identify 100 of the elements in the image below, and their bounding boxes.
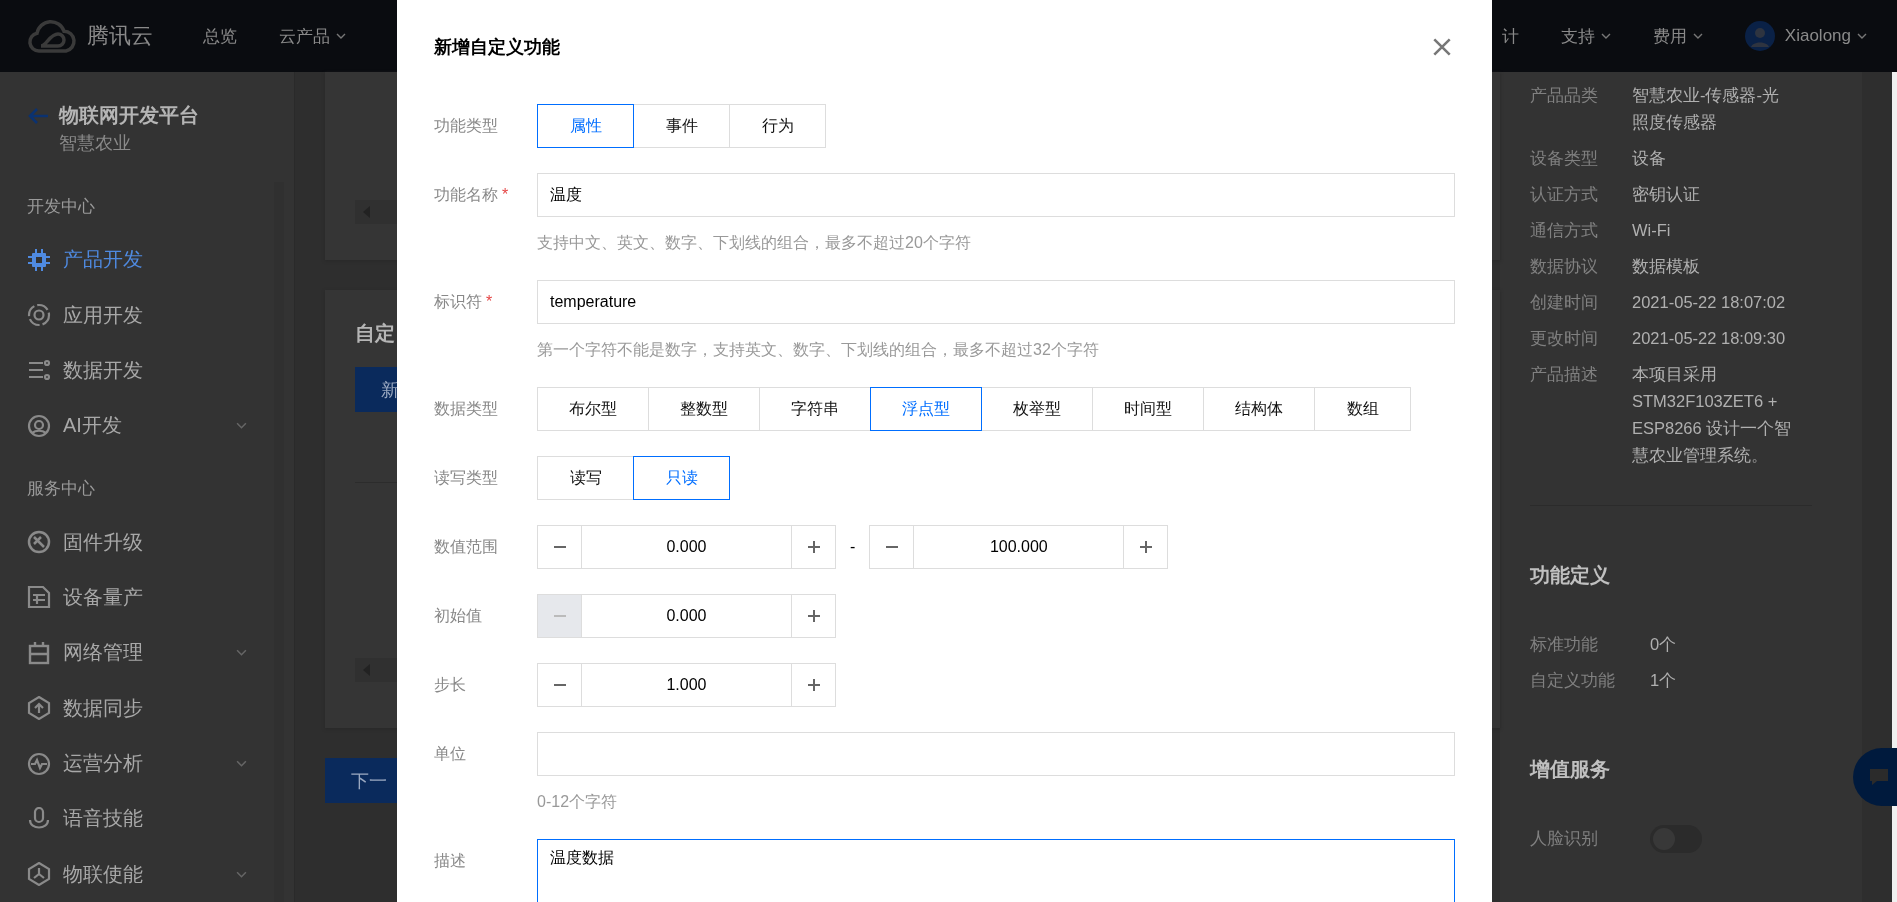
- sidebar-item[interactable]: 应用开发: [27, 287, 247, 343]
- increment-button[interactable]: [791, 525, 836, 569]
- document-icon: [27, 585, 51, 610]
- range-separator: -: [850, 538, 856, 556]
- dialog-title: 新增自定义功能: [434, 36, 560, 59]
- chat-bubble-icon: [1869, 768, 1889, 786]
- section-title: 自定: [355, 321, 395, 346]
- info-label: 自定义功能: [1530, 670, 1616, 691]
- plus-icon: [806, 609, 821, 623]
- field-label: 功能名称 *: [434, 185, 510, 205]
- option-tab[interactable]: 读写: [537, 456, 634, 500]
- option-tab[interactable]: 只读: [633, 456, 730, 500]
- field-label: 标识符 *: [434, 292, 494, 312]
- number-input-field[interactable]: 0.000: [582, 594, 791, 638]
- network-icon: [27, 862, 51, 887]
- decrement-button[interactable]: [869, 525, 915, 569]
- back-arrow-icon[interactable]: [27, 107, 49, 125]
- section-heading: 增值服务: [1530, 757, 1611, 782]
- info-label: 设备类型: [1530, 148, 1599, 169]
- info-label: 创建时间: [1530, 292, 1599, 313]
- sidebar-item[interactable]: 固件升级: [27, 514, 247, 570]
- sidebar-item[interactable]: 网络管理: [27, 625, 247, 681]
- increment-button[interactable]: [791, 663, 836, 707]
- option-tab[interactable]: 整数型: [648, 387, 760, 431]
- nav-link[interactable]: 云产品: [279, 24, 346, 48]
- sidebar-item[interactable]: 语音技能: [27, 791, 247, 847]
- field-hint: 第一个字符不能是数字，支持英文、数字、下划线的组合，最多不超过32个字符: [537, 340, 1100, 360]
- number-input-field[interactable]: 100.000: [914, 525, 1124, 569]
- plus-icon: [806, 678, 821, 692]
- platform-title: 物联网开发平台: [59, 103, 199, 128]
- brand-name: 腾讯云: [87, 22, 153, 50]
- sidebar-item[interactable]: 物联使能: [27, 846, 247, 902]
- info-label: 认证方式: [1530, 184, 1599, 205]
- option-tab[interactable]: 结构体: [1203, 387, 1315, 431]
- info-value: 0个: [1650, 634, 1678, 655]
- option-tab[interactable]: 数组: [1314, 387, 1411, 431]
- section-heading: 服务中心: [27, 478, 96, 501]
- text-input-field[interactable]: [537, 732, 1455, 776]
- option-tab[interactable]: 属性: [537, 104, 634, 148]
- option-tab[interactable]: 时间型: [1092, 387, 1204, 431]
- sidebar-item[interactable]: 数据同步: [27, 680, 247, 736]
- text-input-field[interactable]: temperature: [537, 280, 1455, 324]
- info-label: 产品描述: [1530, 364, 1599, 385]
- close-icon: [1433, 38, 1451, 56]
- info-value: 本项目采用STM32F103ZET6 + ESP8266 设计一个智慧农业管理系统。: [1632, 364, 1792, 466]
- target-icon: [27, 303, 51, 328]
- microphone-icon: [27, 806, 51, 831]
- cloud-logo-icon: [27, 18, 77, 54]
- info-label: 通信方式: [1530, 220, 1599, 241]
- field-label: 数值范围: [434, 537, 499, 557]
- option-tab[interactable]: 行为: [729, 104, 826, 148]
- info-label: 人脸识别: [1530, 828, 1599, 849]
- increment-button[interactable]: [1123, 525, 1169, 569]
- sidebar-item[interactable]: 运营分析: [27, 735, 247, 792]
- sidebar-item[interactable]: AI开发: [27, 398, 247, 454]
- info-value: 设备: [1632, 148, 1667, 169]
- info-label: 更改时间: [1530, 328, 1599, 349]
- user-menu[interactable]: Xiaolong: [1784, 26, 1867, 46]
- option-tab[interactable]: 字符串: [759, 387, 871, 431]
- nav-link[interactable]: 计: [1501, 24, 1519, 48]
- plus-icon: [806, 540, 821, 554]
- info-value: 智慧农业-传感器-光照度传感器: [1632, 85, 1780, 133]
- increment-button[interactable]: [791, 594, 836, 638]
- info-value: 1个: [1650, 670, 1678, 691]
- field-label: 步长: [434, 675, 467, 695]
- option-tab[interactable]: 枚举型: [981, 387, 1093, 431]
- number-input-field[interactable]: 0.000: [582, 525, 791, 569]
- nav-link[interactable]: 总览: [203, 24, 237, 48]
- field-label: 描述: [434, 851, 467, 871]
- info-value: 2021-05-22 18:09:30: [1632, 328, 1787, 349]
- description-field[interactable]: 温度数据: [537, 839, 1455, 902]
- info-value: Wi-Fi: [1632, 220, 1672, 241]
- info-label: 数据协议: [1530, 256, 1599, 277]
- sidebar-item[interactable]: 数据开发: [27, 342, 247, 399]
- field-label: 数据类型: [434, 399, 499, 419]
- section-heading: 功能定义: [1530, 563, 1611, 588]
- project-name: 智慧农业: [59, 132, 132, 155]
- decrement-button[interactable]: [537, 525, 582, 569]
- pulse-icon: [27, 751, 51, 776]
- nav-link[interactable]: 费用: [1652, 24, 1703, 48]
- info-value: 密钥认证: [1632, 184, 1701, 205]
- plus-icon: [1138, 540, 1153, 554]
- option-tab[interactable]: 浮点型: [870, 387, 982, 431]
- user-avatar-icon: [1744, 21, 1775, 51]
- number-input-field[interactable]: 1.000: [582, 663, 791, 707]
- info-label: 标准功能: [1530, 634, 1599, 655]
- calendar-icon: [27, 640, 51, 665]
- decrement-button[interactable]: [537, 663, 582, 707]
- upload-icon: [27, 696, 51, 721]
- nav-link[interactable]: 支持: [1560, 24, 1611, 48]
- text-input-field[interactable]: 温度: [537, 173, 1455, 217]
- info-value: 数据模板: [1632, 256, 1701, 277]
- section-heading: 开发中心: [27, 196, 96, 218]
- sidebar-item[interactable]: 产品开发: [27, 232, 247, 288]
- info-label: 产品品类: [1530, 85, 1599, 106]
- info-value: 2021-05-22 18:07:02: [1632, 292, 1787, 313]
- option-tab[interactable]: 布尔型: [537, 387, 649, 431]
- option-tab[interactable]: 事件: [633, 104, 730, 148]
- sidebar-item[interactable]: 设备量产: [27, 569, 247, 626]
- field-label: 读写类型: [434, 468, 499, 488]
